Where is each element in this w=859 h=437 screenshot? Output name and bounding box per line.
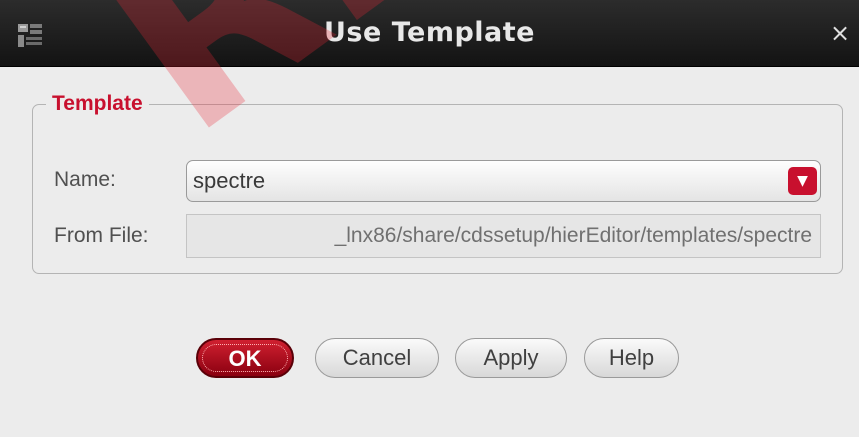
from-file-field: _lnx86/share/cdssetup/hierEditor/templat… <box>186 214 821 258</box>
from-file-label: From File: <box>54 224 149 247</box>
help-button[interactable]: Help <box>584 338 679 378</box>
dropdown-arrow-icon[interactable]: ▼ <box>788 167 817 195</box>
template-group-title: Template <box>46 91 149 117</box>
name-combobox[interactable]: spectre ▼ <box>186 160 821 202</box>
cancel-button[interactable]: Cancel <box>315 338 439 378</box>
close-icon[interactable]: × <box>829 21 851 45</box>
ok-button[interactable]: OK <box>196 338 294 378</box>
window-title: Use Template <box>323 17 535 48</box>
title-bar: Use Template × <box>0 0 859 67</box>
apply-button[interactable]: Apply <box>455 338 567 378</box>
name-value: spectre <box>193 168 266 193</box>
from-file-value: _lnx86/share/cdssetup/hierEditor/templat… <box>334 224 812 247</box>
name-label: Name: <box>54 168 116 191</box>
